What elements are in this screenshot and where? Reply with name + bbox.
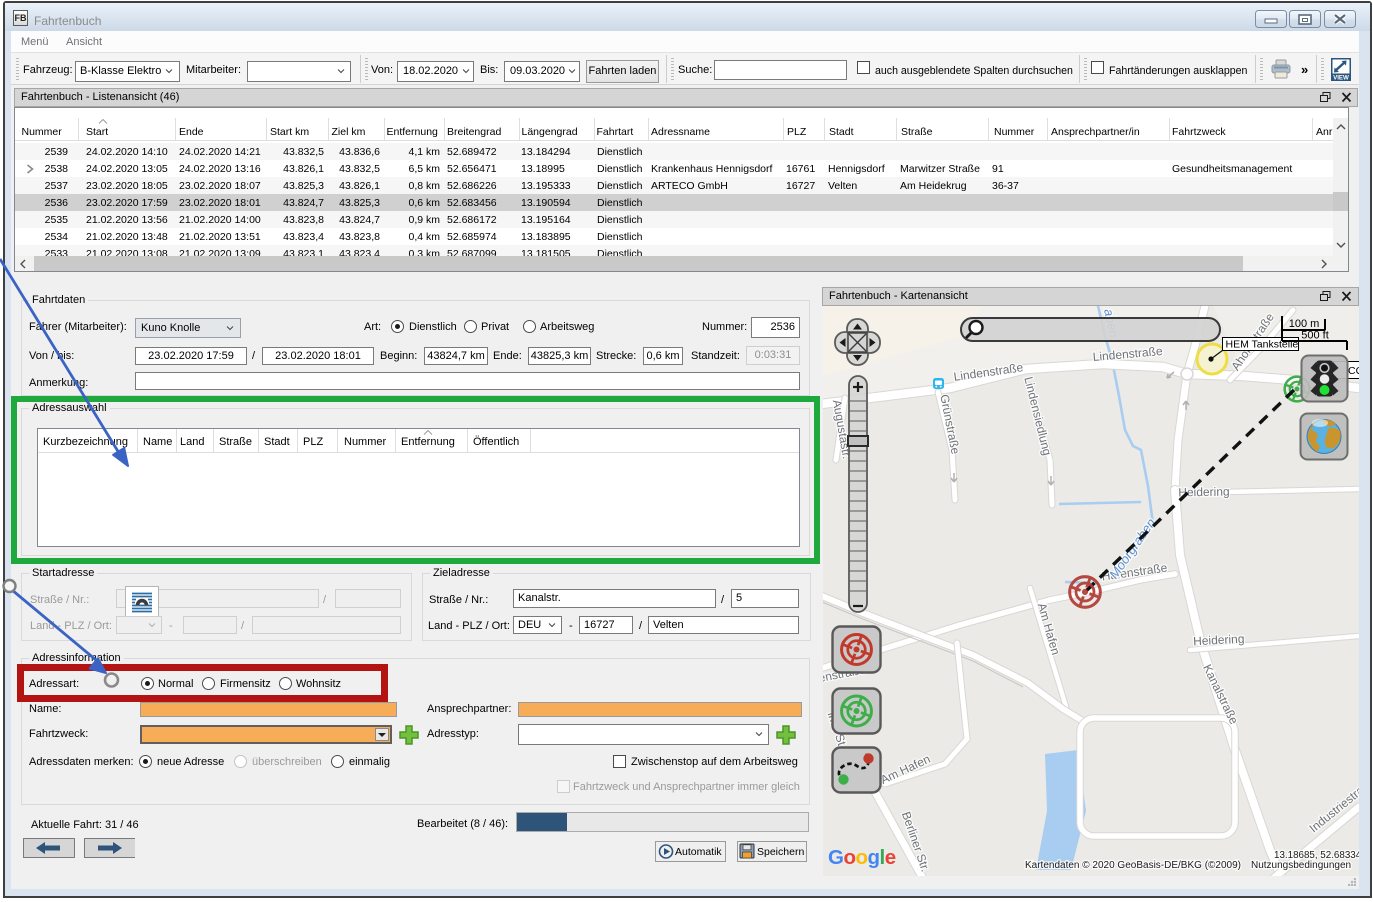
svg-text:Nutzungsbedingungen: Nutzungsbedingungen (1251, 860, 1351, 871)
svg-text:CO: CO (1348, 365, 1359, 377)
svg-text:13.18685, 52.68334: 13.18685, 52.68334 (1274, 850, 1359, 861)
svg-text:Google: Google (828, 846, 896, 869)
svg-text:Speichern: Speichern (757, 846, 804, 858)
svg-text:500 ft: 500 ft (1301, 330, 1329, 342)
svg-text:VIEW: VIEW (1333, 75, 1349, 82)
svg-text:100 m: 100 m (1289, 318, 1320, 330)
svg-text:Heidering: Heidering (1193, 632, 1245, 649)
svg-text:Automatik: Automatik (675, 846, 722, 858)
svg-text:Kartendaten © 2020 GeoBasis-DE: Kartendaten © 2020 GeoBasis-DE/BKG (©200… (1025, 860, 1241, 871)
svg-text:Heidering: Heidering (1178, 485, 1230, 500)
